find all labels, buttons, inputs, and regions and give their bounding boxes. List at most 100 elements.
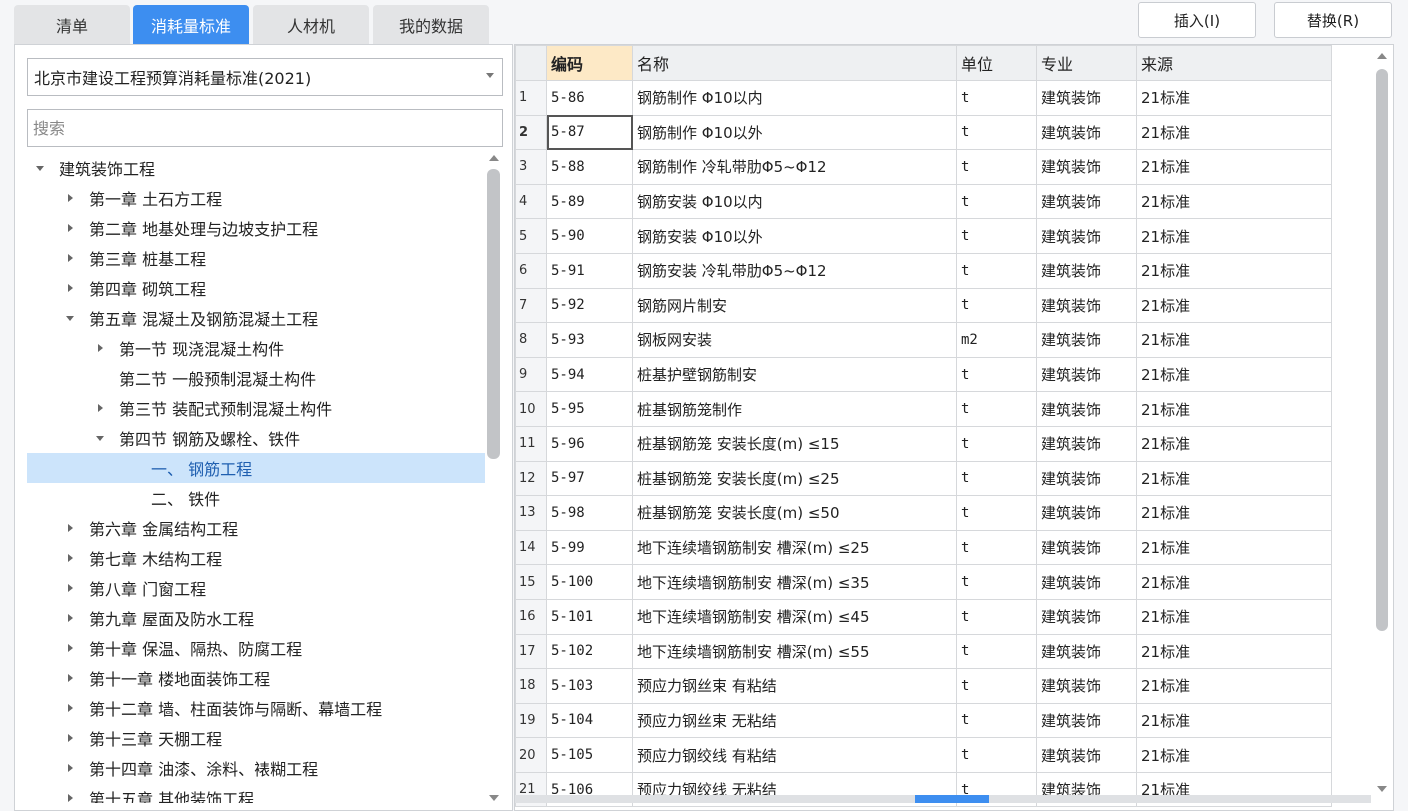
cell-name[interactable]: 桩基钢筋笼 安装长度(m) ≤15 — [632, 425, 957, 462]
cell-major[interactable]: 建筑装饰 — [1036, 287, 1137, 324]
cell-name[interactable]: 预应力钢丝束 无粘结 — [632, 702, 957, 739]
row-number[interactable]: 2 — [515, 114, 547, 151]
table-row[interactable]: 17 5-102 地下连续墙钢筋制安 槽深(m) ≤55 t 建筑装饰 21标准 — [515, 633, 1332, 670]
cell-code[interactable]: 5-89 — [546, 183, 633, 220]
row-number[interactable]: 7 — [515, 287, 547, 324]
cell-unit[interactable]: t — [956, 460, 1037, 497]
tree-item[interactable]: 一、 钢筋工程 — [27, 453, 485, 483]
cell-name[interactable]: 预应力钢丝束 有粘结 — [632, 668, 957, 704]
tree-item[interactable]: 第十三章 天棚工程 — [27, 723, 485, 753]
cell-source[interactable]: 21标准 — [1136, 598, 1332, 635]
cell-unit[interactable]: t — [956, 737, 1037, 773]
cell-unit[interactable]: t — [956, 149, 1037, 185]
cell-name[interactable]: 桩基护壁钢筋制安 — [632, 356, 957, 393]
row-number[interactable]: 4 — [515, 183, 547, 220]
cell-name[interactable]: 钢筋制作 冷轧带肋Φ5~Φ12 — [632, 149, 957, 185]
cell-source[interactable]: 21标准 — [1136, 356, 1332, 393]
caret-right-icon[interactable] — [63, 791, 77, 803]
caret-right-icon[interactable] — [63, 251, 77, 265]
cell-source[interactable]: 21标准 — [1136, 495, 1332, 531]
table-row[interactable]: 3 5-88 钢筋制作 冷轧带肋Φ5~Φ12 t 建筑装饰 21标准 — [515, 149, 1332, 185]
grid-scroll-thumb[interactable] — [1376, 69, 1388, 631]
cell-unit[interactable]: t — [956, 668, 1037, 704]
cell-major[interactable]: 建筑装饰 — [1036, 529, 1137, 566]
row-number[interactable]: 18 — [515, 668, 547, 704]
cell-unit[interactable]: t — [956, 425, 1037, 462]
cell-source[interactable]: 21标准 — [1136, 391, 1332, 427]
tree-item[interactable]: 第二章 地基处理与边坡支护工程 — [27, 213, 485, 243]
cell-source[interactable]: 21标准 — [1136, 702, 1332, 739]
cell-major[interactable]: 建筑装饰 — [1036, 495, 1137, 531]
cell-code[interactable]: 5-93 — [546, 322, 633, 358]
cell-source[interactable]: 21标准 — [1136, 80, 1332, 116]
chevron-down-icon[interactable] — [486, 73, 494, 78]
row-number[interactable]: 14 — [515, 529, 547, 566]
cell-unit[interactable]: t — [956, 114, 1037, 151]
cell-code[interactable]: 5-99 — [546, 529, 633, 566]
table-row[interactable]: 1 5-86 钢筋制作 Φ10以内 t 建筑装饰 21标准 — [515, 80, 1332, 116]
tab-consumption-standard[interactable]: 消耗量标准 — [133, 5, 249, 44]
tab-my-data[interactable]: 我的数据 — [373, 5, 489, 44]
table-row[interactable]: 20 5-105 预应力钢绞线 有粘结 t 建筑装饰 21标准 — [515, 737, 1332, 773]
tree-item[interactable]: 第四章 砌筑工程 — [27, 273, 485, 303]
grid-vertical-scrollbar[interactable] — [1371, 45, 1393, 810]
cell-source[interactable]: 21标准 — [1136, 529, 1332, 566]
tree-item[interactable]: 建筑装饰工程 — [27, 153, 485, 183]
cell-major[interactable]: 建筑装饰 — [1036, 114, 1137, 151]
cell-name[interactable]: 预应力钢绞线 有粘结 — [632, 737, 957, 773]
replace-button[interactable]: 替换(R) — [1274, 2, 1392, 38]
cell-code[interactable]: 5-90 — [546, 218, 633, 254]
caret-right-icon[interactable] — [63, 581, 77, 595]
cell-code[interactable]: 5-87 — [546, 114, 633, 151]
cell-name[interactable]: 钢筋安装 Φ10以外 — [632, 218, 957, 254]
cell-unit[interactable]: t — [956, 356, 1037, 393]
cell-major[interactable]: 建筑装饰 — [1036, 80, 1137, 116]
row-number[interactable]: 5 — [515, 218, 547, 254]
tree-item[interactable]: 第九章 屋面及防水工程 — [27, 603, 485, 633]
row-number[interactable]: 13 — [515, 495, 547, 531]
cell-major[interactable]: 建筑装饰 — [1036, 564, 1137, 600]
cell-code[interactable]: 5-88 — [546, 149, 633, 185]
row-number[interactable]: 11 — [515, 425, 547, 462]
cell-major[interactable]: 建筑装饰 — [1036, 737, 1137, 773]
row-number[interactable]: 10 — [515, 391, 547, 427]
table-row[interactable]: 6 5-91 钢筋安装 冷轧带肋Φ5~Φ12 t 建筑装饰 21标准 — [515, 252, 1332, 289]
column-header-source[interactable]: 来源 — [1136, 45, 1332, 81]
table-row[interactable]: 4 5-89 钢筋安装 Φ10以内 t 建筑装饰 21标准 — [515, 183, 1332, 220]
insert-button[interactable]: 插入(I) — [1138, 2, 1256, 38]
table-row[interactable]: 18 5-103 预应力钢丝束 有粘结 t 建筑装饰 21标准 — [515, 668, 1332, 704]
scroll-up-icon[interactable] — [1377, 53, 1387, 59]
cell-code[interactable]: 5-104 — [546, 702, 633, 739]
cell-major[interactable]: 建筑装饰 — [1036, 322, 1137, 358]
caret-right-icon[interactable] — [63, 761, 77, 775]
cell-code[interactable]: 5-100 — [546, 564, 633, 600]
row-number[interactable]: 1 — [515, 80, 547, 116]
cell-major[interactable]: 建筑装饰 — [1036, 356, 1137, 393]
cell-source[interactable]: 21标准 — [1136, 149, 1332, 185]
caret-down-icon[interactable] — [63, 311, 77, 325]
cell-source[interactable]: 21标准 — [1136, 737, 1332, 773]
cell-source[interactable]: 21标准 — [1136, 322, 1332, 358]
table-row[interactable]: 11 5-96 桩基钢筋笼 安装长度(m) ≤15 t 建筑装饰 21标准 — [515, 425, 1332, 462]
cell-name[interactable]: 钢板网安装 — [632, 322, 957, 358]
row-number[interactable]: 20 — [515, 737, 547, 773]
cell-major[interactable]: 建筑装饰 — [1036, 633, 1137, 670]
cell-unit[interactable]: t — [956, 252, 1037, 289]
cell-source[interactable]: 21标准 — [1136, 287, 1332, 324]
tree-item[interactable]: 第七章 木结构工程 — [27, 543, 485, 573]
scroll-down-icon[interactable] — [489, 795, 499, 801]
tree-item[interactable]: 第八章 门窗工程 — [27, 573, 485, 603]
row-number[interactable]: 19 — [515, 702, 547, 739]
cell-code[interactable]: 5-98 — [546, 495, 633, 531]
cell-unit[interactable]: t — [956, 183, 1037, 220]
grid-horizontal-scrollbar[interactable] — [515, 795, 1371, 803]
row-number[interactable]: 16 — [515, 598, 547, 635]
cell-source[interactable]: 21标准 — [1136, 252, 1332, 289]
caret-right-icon[interactable] — [63, 221, 77, 235]
cell-major[interactable]: 建筑装饰 — [1036, 149, 1137, 185]
tree-item[interactable]: 第十二章 墙、柱面装饰与隔断、幕墙工程 — [27, 693, 485, 723]
cell-source[interactable]: 21标准 — [1136, 425, 1332, 462]
grid-hscroll-thumb[interactable] — [915, 795, 989, 803]
caret-right-icon[interactable] — [63, 731, 77, 745]
cell-code[interactable]: 5-105 — [546, 737, 633, 773]
